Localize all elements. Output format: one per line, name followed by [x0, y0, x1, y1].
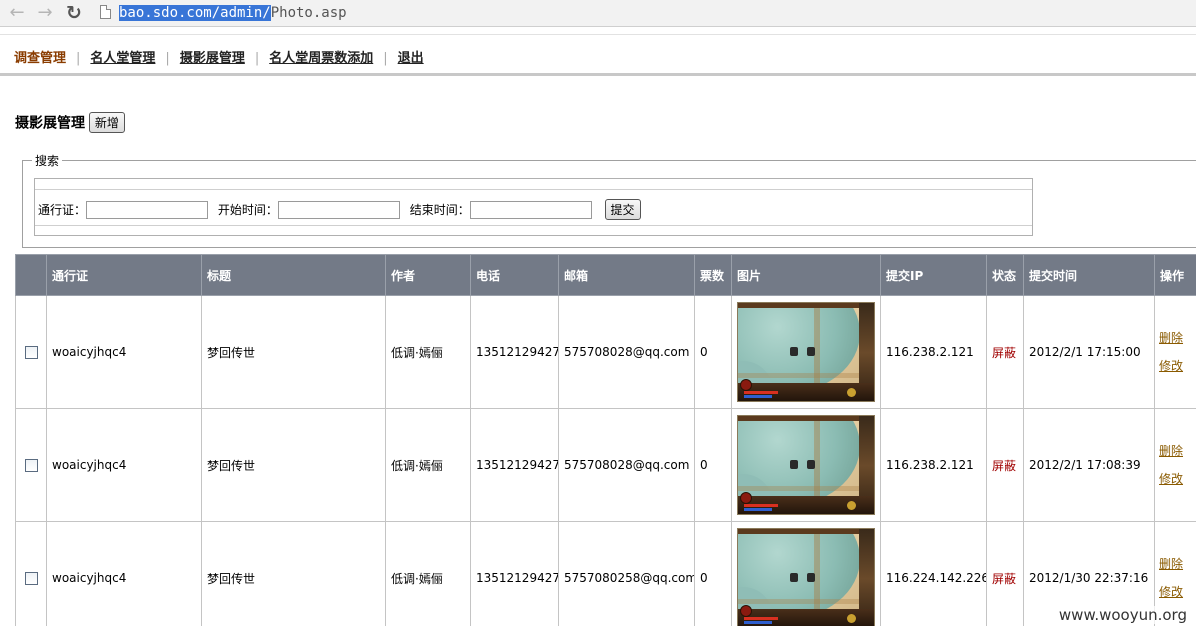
cell-ip: 116.238.2.121: [880, 408, 987, 522]
cell-status: 屏蔽: [986, 408, 1024, 522]
delete-link[interactable]: 删除: [1159, 437, 1191, 465]
table-row: woaicyjhqc4 梦回传世 低调·嫣俪 13512129427 57570…: [15, 408, 1196, 522]
menu-separator: |: [254, 51, 260, 66]
watermark: www.wooyun.org: [1055, 606, 1190, 624]
cell-time: 2012/2/1 17:15:00: [1023, 295, 1155, 409]
end-time-label: 结束时间：: [409, 203, 470, 217]
delete-link[interactable]: 删除: [1159, 324, 1191, 352]
cell-pass: woaicyjhqc4: [46, 408, 202, 522]
menu-separator: |: [165, 51, 170, 66]
header-cell: 作者: [385, 254, 471, 296]
cell-image: [731, 521, 881, 626]
table-header-row: 通行证 标题 作者 电话 邮箱 票数 图片 提交IP 状态 提交时间 操作: [15, 254, 1196, 296]
reload-icon[interactable]: ↻: [64, 3, 84, 23]
cell-status: 屏蔽: [986, 295, 1024, 409]
game-screenshot-thumbnail[interactable]: [737, 302, 875, 402]
cell-author: 低调·嫣俪: [385, 521, 471, 626]
browser-toolbar: ← → ↻ bao.sdo.com/admin/Photo.asp: [0, 0, 1196, 27]
cell-image: [731, 408, 881, 522]
table-row: woaicyjhqc4 梦回传世 低调·嫣俪 13512129427 57570…: [15, 295, 1196, 409]
row-select-cell: [15, 521, 47, 626]
page-title: 摄影展管理: [15, 115, 85, 132]
menu-hall-of-fame-management[interactable]: 名人堂管理: [90, 51, 155, 66]
cell-title: 梦回传世: [201, 521, 386, 626]
header-cell: 提交IP: [880, 254, 987, 296]
menu-photo-exhibition-management[interactable]: 摄影展管理: [180, 51, 245, 66]
menu-weekly-votes-add[interactable]: 名人堂周票数添加: [269, 51, 373, 66]
game-screenshot-thumbnail[interactable]: [737, 415, 875, 515]
cell-pass: woaicyjhqc4: [46, 295, 202, 409]
cell-author: 低调·嫣俪: [385, 408, 471, 522]
cell-email: 575708028@qq.com: [558, 295, 695, 409]
header-cell: 标题: [201, 254, 386, 296]
menu-survey-management[interactable]: 调查管理: [14, 51, 66, 66]
table-row: woaicyjhqc4 梦回传世 低调·嫣俪 13512129427 57570…: [15, 521, 1196, 626]
pass-label: 通行证：: [38, 203, 87, 217]
cell-ip: 116.238.2.121: [880, 295, 987, 409]
cell-time: 2012/2/1 17:08:39: [1023, 408, 1155, 522]
page-title-row: 摄影展管理 新增: [15, 112, 125, 133]
row-select-cell: [15, 408, 47, 522]
forward-arrow-icon[interactable]: →: [35, 3, 55, 23]
edit-link[interactable]: 修改: [1159, 578, 1191, 606]
header-cell: 状态: [986, 254, 1024, 296]
row-checkbox[interactable]: [24, 572, 38, 585]
header-cell: 操作: [1154, 254, 1196, 296]
cell-status: 屏蔽: [986, 521, 1024, 626]
pass-input[interactable]: [86, 200, 209, 219]
header-cell: 提交时间: [1023, 254, 1155, 296]
cell-phone: 13512129427: [470, 295, 559, 409]
cell-email: 575708028@qq.com: [558, 408, 695, 522]
header-cell: 图片: [731, 254, 881, 296]
cell-phone: 13512129427: [470, 408, 559, 522]
header-checkbox: [15, 254, 47, 296]
header-cell: 通行证: [46, 254, 202, 296]
url-selected-text: bao.sdo.com/admin/: [119, 5, 271, 21]
end-time-input[interactable]: [469, 200, 592, 219]
cell-operations: 删除 修改: [1154, 295, 1196, 409]
header-cell: 邮箱: [558, 254, 695, 296]
submit-button[interactable]: 提交: [604, 199, 641, 220]
game-screenshot-thumbnail[interactable]: [737, 528, 875, 626]
cell-votes: 0: [694, 408, 732, 522]
header-cell: 票数: [694, 254, 732, 296]
edit-link[interactable]: 修改: [1159, 352, 1191, 380]
top-menu: 调查管理 | 名人堂管理 | 摄影展管理 | 名人堂周票数添加 | 退出: [0, 34, 1196, 76]
cell-email: 5757080258@qq.com: [558, 521, 695, 626]
cell-ip: 116.224.142.226: [880, 521, 987, 626]
add-button[interactable]: 新增: [88, 112, 125, 133]
cell-image: [731, 295, 881, 409]
header-cell: 电话: [470, 254, 559, 296]
cell-title: 梦回传世: [201, 295, 386, 409]
cell-author: 低调·嫣俪: [385, 295, 471, 409]
url-rest-text: Photo.asp: [270, 5, 347, 21]
address-bar[interactable]: bao.sdo.com/admin/Photo.asp: [119, 4, 347, 22]
cell-pass: woaicyjhqc4: [46, 521, 202, 626]
row-select-cell: [15, 295, 47, 409]
menu-separator: |: [76, 51, 81, 66]
menu-separator: |: [383, 51, 388, 66]
row-checkbox[interactable]: [24, 459, 38, 472]
photo-table: 通行证 标题 作者 电话 邮箱 票数 图片 提交IP 状态 提交时间 操作 wo…: [15, 254, 1196, 626]
search-row: 通行证： 开始时间： 结束时间： 提交: [38, 199, 641, 220]
cell-votes: 0: [694, 521, 732, 626]
page-icon: [100, 5, 111, 19]
delete-link[interactable]: 删除: [1159, 550, 1191, 578]
start-time-input[interactable]: [277, 200, 400, 219]
menu-logout[interactable]: 退出: [398, 51, 424, 66]
divider: [35, 225, 1032, 226]
cell-phone: 13512129427: [470, 521, 559, 626]
search-legend: 搜索: [32, 152, 63, 169]
edit-link[interactable]: 修改: [1159, 465, 1191, 493]
start-time-label: 开始时间：: [217, 203, 278, 217]
cell-operations: 删除 修改: [1154, 408, 1196, 522]
row-checkbox[interactable]: [24, 346, 38, 359]
divider: [35, 189, 1032, 190]
cell-votes: 0: [694, 295, 732, 409]
back-arrow-icon[interactable]: ←: [7, 3, 27, 23]
cell-title: 梦回传世: [201, 408, 386, 522]
